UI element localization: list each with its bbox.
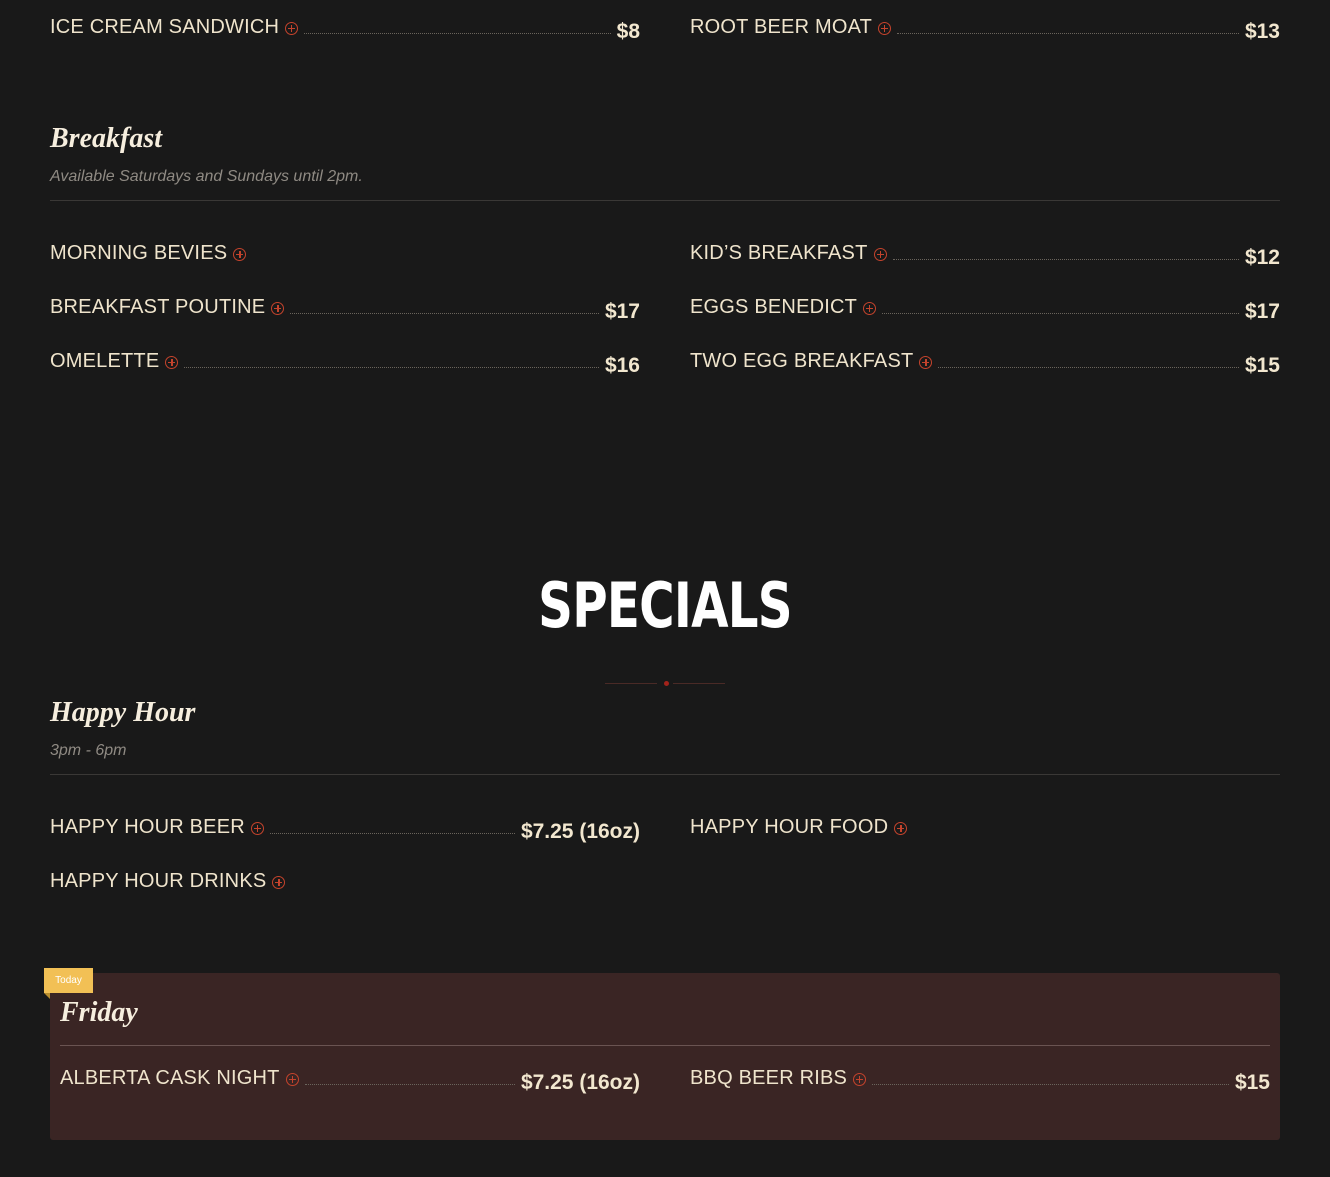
plus-circle-icon[interactable] [272,876,286,889]
dotted-leader [897,32,1239,34]
plus-circle-icon[interactable] [863,302,877,315]
menu-item-price: $15 [1244,354,1280,377]
dotted-leader [184,366,599,368]
plus-circle-icon[interactable] [873,248,887,261]
menu-item-name: HAPPY HOUR BEER [50,816,245,838]
menu-item-name: BREAKFAST POUTINE [50,296,266,318]
menu-item-name: ALBERTA CASK NIGHT [60,1067,280,1089]
divider-line-right [673,683,725,684]
category-divider [50,774,1280,775]
category-subtitle-breakfast: Available Saturdays and Sundays until 2p… [50,168,363,185]
section-heading-specials: SPECIALS [538,569,792,642]
plus-circle-icon[interactable] [165,356,179,369]
category-subtitle-happy-hour: 3pm - 6pm [50,742,127,759]
today-badge: Today [44,968,93,993]
menu-item-price: $16 [604,354,640,377]
plus-circle-icon[interactable] [878,22,892,35]
plus-circle-icon[interactable] [250,822,264,835]
menu-item-omelette[interactable]: OMELETTE $16 [50,350,640,380]
menu-item-happy-hour-food[interactable]: HAPPY HOUR FOOD [690,816,1280,846]
dotted-leader [304,1083,515,1085]
dotted-leader [892,258,1239,260]
menu-item-two-egg-breakfast[interactable]: TWO EGG BREAKFAST $15 [690,350,1280,380]
menu-item-name: KID’S BREAKFAST [690,242,868,264]
menu-item-breakfast-poutine[interactable]: BREAKFAST POUTINE $17 [50,296,640,326]
plus-circle-icon[interactable] [271,302,285,315]
divider-line-left [605,683,657,684]
menu-item-price: $12 [1244,246,1280,269]
plus-circle-icon[interactable] [285,22,299,35]
menu-item-root-beer-moat[interactable]: ROOT BEER MOAT $13 [690,16,1280,46]
dotted-leader [304,32,611,34]
today-badge-fold [44,993,50,999]
menu-item-bbq-beer-ribs[interactable]: BBQ BEER RIBS $15 [690,1067,1270,1097]
plus-circle-icon[interactable] [285,1073,299,1086]
menu-item-name: ICE CREAM SANDWICH [50,16,280,38]
menu-item-price: $7.25 (16oz) [520,1071,640,1094]
dotted-leader [290,312,599,314]
menu-item-name: HAPPY HOUR DRINKS [50,870,267,892]
category-divider [60,1045,1270,1046]
plus-circle-icon[interactable] [853,1073,867,1086]
menu-item-name: HAPPY HOUR FOOD [690,816,889,838]
menu-item-ice-cream-sandwich[interactable]: ICE CREAM SANDWICH $8 [50,16,640,46]
dotted-leader [872,1083,1229,1085]
section-divider-ornament [605,681,725,686]
plus-circle-icon[interactable] [894,822,908,835]
menu-item-name: TWO EGG BREAKFAST [690,350,914,372]
menu-item-price: $8 [616,20,640,43]
menu-item-morning-bevies[interactable]: MORNING BEVIES [50,242,640,272]
category-title-happy-hour: Happy Hour [50,697,196,728]
dotted-leader [938,366,1239,368]
category-title-friday: Friday [60,997,138,1028]
plus-circle-icon[interactable] [233,248,247,261]
menu-item-happy-hour-drinks[interactable]: HAPPY HOUR DRINKS [50,870,640,900]
menu-item-price: $7.25 (16oz) [520,820,640,843]
menu-item-price: $17 [1244,300,1280,323]
menu-item-alberta-cask-night[interactable]: ALBERTA CASK NIGHT $7.25 (16oz) [60,1067,640,1097]
menu-item-happy-hour-beer[interactable]: HAPPY HOUR BEER $7.25 (16oz) [50,816,640,846]
menu-item-name: EGGS BENEDICT [690,296,858,318]
menu-item-price: $13 [1244,20,1280,43]
category-title-breakfast: Breakfast [50,123,162,154]
menu-item-name: BBQ BEER RIBS [690,1067,848,1089]
dotted-leader [882,312,1239,314]
today-specials-panel [50,973,1280,1140]
menu-item-name: MORNING BEVIES [50,242,228,264]
menu-item-kids-breakfast[interactable]: KID’S BREAKFAST $12 [690,242,1280,272]
plus-circle-icon[interactable] [919,356,933,369]
menu-item-price: $17 [604,300,640,323]
menu-item-name: OMELETTE [50,350,160,372]
divider-dot-icon [664,681,669,686]
category-divider [50,200,1280,201]
menu-item-name: ROOT BEER MOAT [690,16,873,38]
menu-item-price: $15 [1234,1071,1270,1094]
dotted-leader [269,832,515,834]
menu-item-eggs-benedict[interactable]: EGGS BENEDICT $17 [690,296,1280,326]
